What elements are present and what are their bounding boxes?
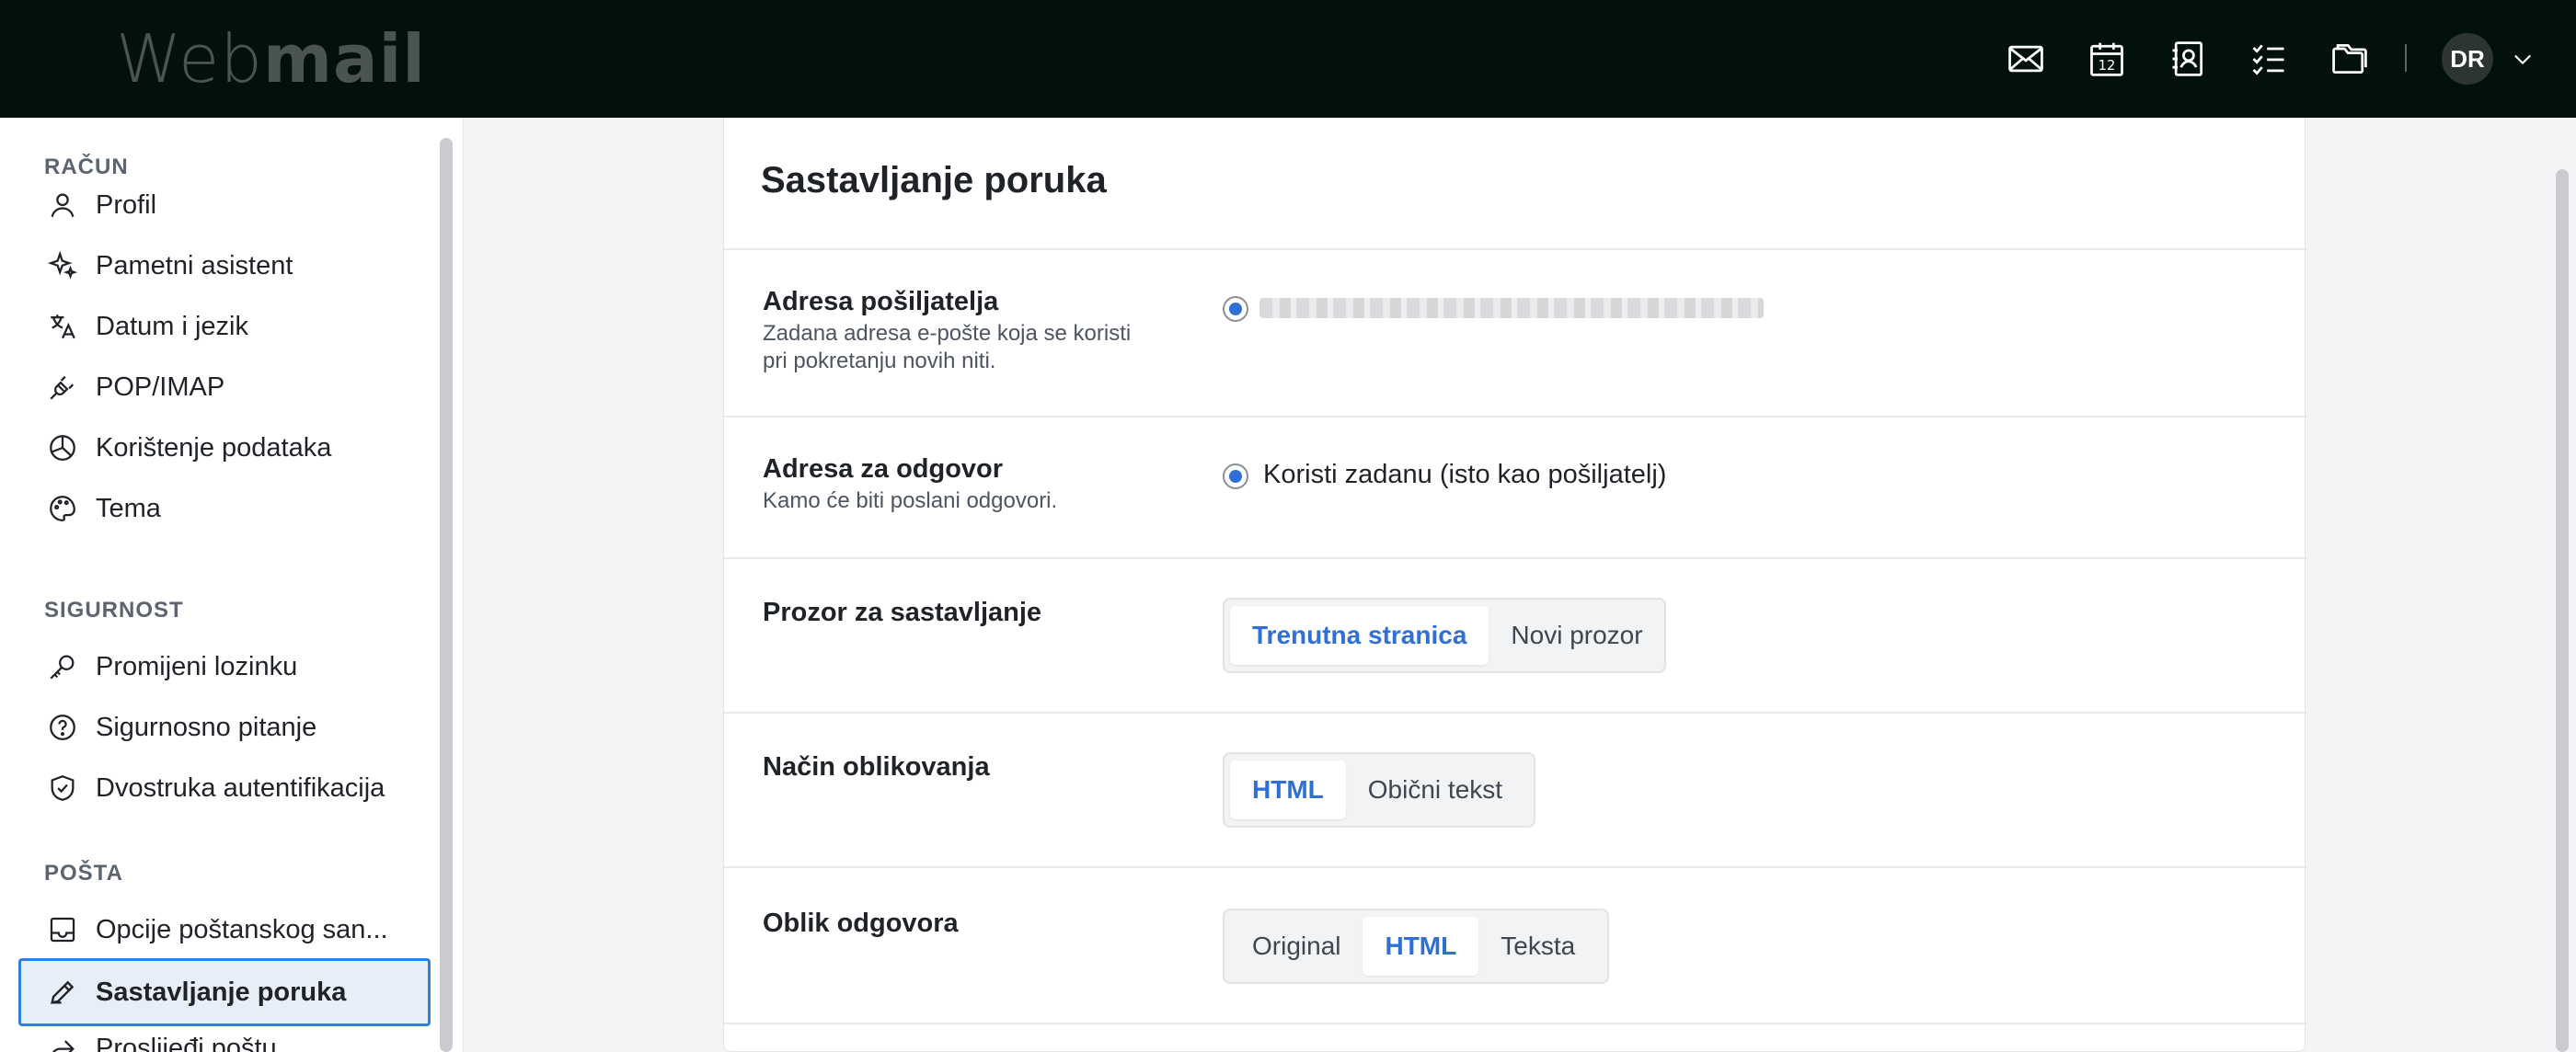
format-mode-label: Način oblikovanja xyxy=(763,752,990,782)
divider xyxy=(724,1023,2306,1024)
description-line: Zadana adresa e-pošte koja se koristi xyxy=(763,321,1132,346)
chevron-down-icon[interactable] xyxy=(2510,46,2536,72)
reply-format-option-html[interactable]: HTML xyxy=(1363,917,1479,976)
mail-icon[interactable] xyxy=(2004,37,2048,81)
sidebar-item-label: Tema xyxy=(96,493,161,523)
user-icon xyxy=(46,189,79,222)
sidebar-item-label: Dvostruka autentifikacija xyxy=(96,772,385,803)
sidebar-item-label: Promijeni lozinku xyxy=(96,651,298,681)
logo-text-bold: mail xyxy=(262,20,426,97)
sidebar-item-security-question[interactable]: Sigurnosno pitanje xyxy=(18,693,431,761)
translate-icon xyxy=(46,310,79,343)
reply-address-description: Kamo će biti poslani odgovori. xyxy=(763,488,1058,513)
divider xyxy=(724,416,2306,417)
pie-chart-icon xyxy=(46,431,79,464)
format-mode-option-html[interactable]: HTML xyxy=(1230,760,1346,819)
sidebar-item-profile[interactable]: Profil xyxy=(18,171,431,239)
sidebar-item-label: POP/IMAP xyxy=(96,372,225,402)
sparkle-icon xyxy=(46,249,79,282)
contacts-icon[interactable] xyxy=(2166,37,2210,81)
svg-text:12: 12 xyxy=(2099,58,2116,74)
sidebar-item-mailbox-options[interactable]: Opcije poštanskog san... xyxy=(18,896,431,964)
divider xyxy=(724,866,2306,868)
compose-window-toggle: Trenutna stranica Novi prozor xyxy=(1223,598,1666,673)
sidebar-scrollbar-thumb[interactable] xyxy=(440,138,453,1052)
compose-window-option-current-page[interactable]: Trenutna stranica xyxy=(1230,606,1489,665)
sidebar-item-label: Sastavljanje poruka xyxy=(96,977,347,1007)
palette-icon xyxy=(46,492,79,525)
format-mode-toggle: HTML Obični tekst xyxy=(1223,752,1535,828)
question-circle-icon xyxy=(46,711,79,744)
key-icon xyxy=(46,650,79,683)
inbox-icon xyxy=(46,913,79,946)
format-mode-option-plain-text[interactable]: Obični tekst xyxy=(1346,760,1524,819)
sidebar-item-theme[interactable]: Tema xyxy=(18,475,431,543)
shield-check-icon xyxy=(46,772,79,805)
sidebar-item-compose[interactable]: Sastavljanje poruka xyxy=(18,958,431,1026)
tasks-icon[interactable] xyxy=(2247,37,2291,81)
reply-format-option-text[interactable]: Teksta xyxy=(1478,917,1597,976)
folder-icon[interactable] xyxy=(2328,37,2372,81)
sidebar-item-two-factor[interactable]: Dvostruka autentifikacija xyxy=(18,754,431,822)
page-title: Sastavljanje poruka xyxy=(761,160,1107,200)
logo-text-light: Web xyxy=(116,20,263,97)
divider xyxy=(724,712,2306,714)
compose-window-label: Prozor za sastavljanje xyxy=(763,598,1042,627)
sender-address-label: Adresa pošiljatelja xyxy=(763,287,999,316)
settings-sidebar: RAČUN Profil Pametni asistent Datum i je… xyxy=(0,118,464,1052)
toolbar-divider xyxy=(2405,44,2407,72)
reply-format-option-original[interactable]: Original xyxy=(1230,917,1363,976)
forward-icon xyxy=(46,1034,79,1052)
sidebar-item-label: Opcije poštanskog san... xyxy=(96,914,388,944)
redacted-email-address xyxy=(1259,298,1764,318)
reply-address-label: Adresa za odgovor xyxy=(763,454,1004,484)
section-heading-security: SIGURNOST xyxy=(44,598,184,623)
sidebar-item-pop-imap[interactable]: POP/IMAP xyxy=(18,353,431,421)
reply-format-toggle: Original HTML Teksta xyxy=(1223,909,1609,984)
sender-address-description: Zadana adresa e-pošte koja se koristi pr… xyxy=(763,320,1167,375)
sidebar-item-label: Datum i jezik xyxy=(96,311,248,341)
sidebar-item-change-password[interactable]: Promijeni lozinku xyxy=(18,633,431,701)
sidebar-item-label: Korištenje podataka xyxy=(96,432,332,463)
sidebar-item-data-usage[interactable]: Korištenje podataka xyxy=(18,414,431,482)
sender-address-radio[interactable] xyxy=(1223,296,1248,322)
reply-address-radio[interactable] xyxy=(1223,463,1248,489)
sidebar-item-date-language[interactable]: Datum i jezik xyxy=(18,292,431,360)
pencil-icon xyxy=(46,976,79,1009)
sidebar-item-forward-mail[interactable]: Proslijeđi poštu xyxy=(18,1021,431,1052)
compose-window-option-new-window[interactable]: Novi prozor xyxy=(1489,606,1664,665)
sidebar-item-label: Pametni asistent xyxy=(96,250,293,280)
compose-settings-card: Sastavljanje poruka Adresa pošiljatelja … xyxy=(723,118,2306,1052)
sidebar-item-label: Profil xyxy=(96,189,157,220)
avatar[interactable]: DR xyxy=(2442,33,2493,85)
plug-icon xyxy=(46,371,79,404)
reply-format-label: Oblik odgovora xyxy=(763,909,959,938)
top-bar: Webmail 12 DR xyxy=(0,0,2576,118)
reply-address-option-label[interactable]: Koristi zadanu (isto kao pošiljatelj) xyxy=(1263,460,1666,490)
divider xyxy=(724,248,2306,250)
section-heading-mail: POŠTA xyxy=(44,861,123,886)
divider xyxy=(724,557,2306,559)
main-scrollbar-thumb[interactable] xyxy=(2556,169,2569,1052)
sidebar-item-smart-assistant[interactable]: Pametni asistent xyxy=(18,232,431,300)
calendar-icon[interactable]: 12 xyxy=(2085,37,2129,81)
sidebar-item-label: Proslijeđi poštu xyxy=(96,1034,277,1052)
sidebar-item-label: Sigurnosno pitanje xyxy=(96,712,317,742)
webmail-logo[interactable]: Webmail xyxy=(116,22,426,96)
description-line: pri pokretanju novih niti. xyxy=(763,349,996,373)
